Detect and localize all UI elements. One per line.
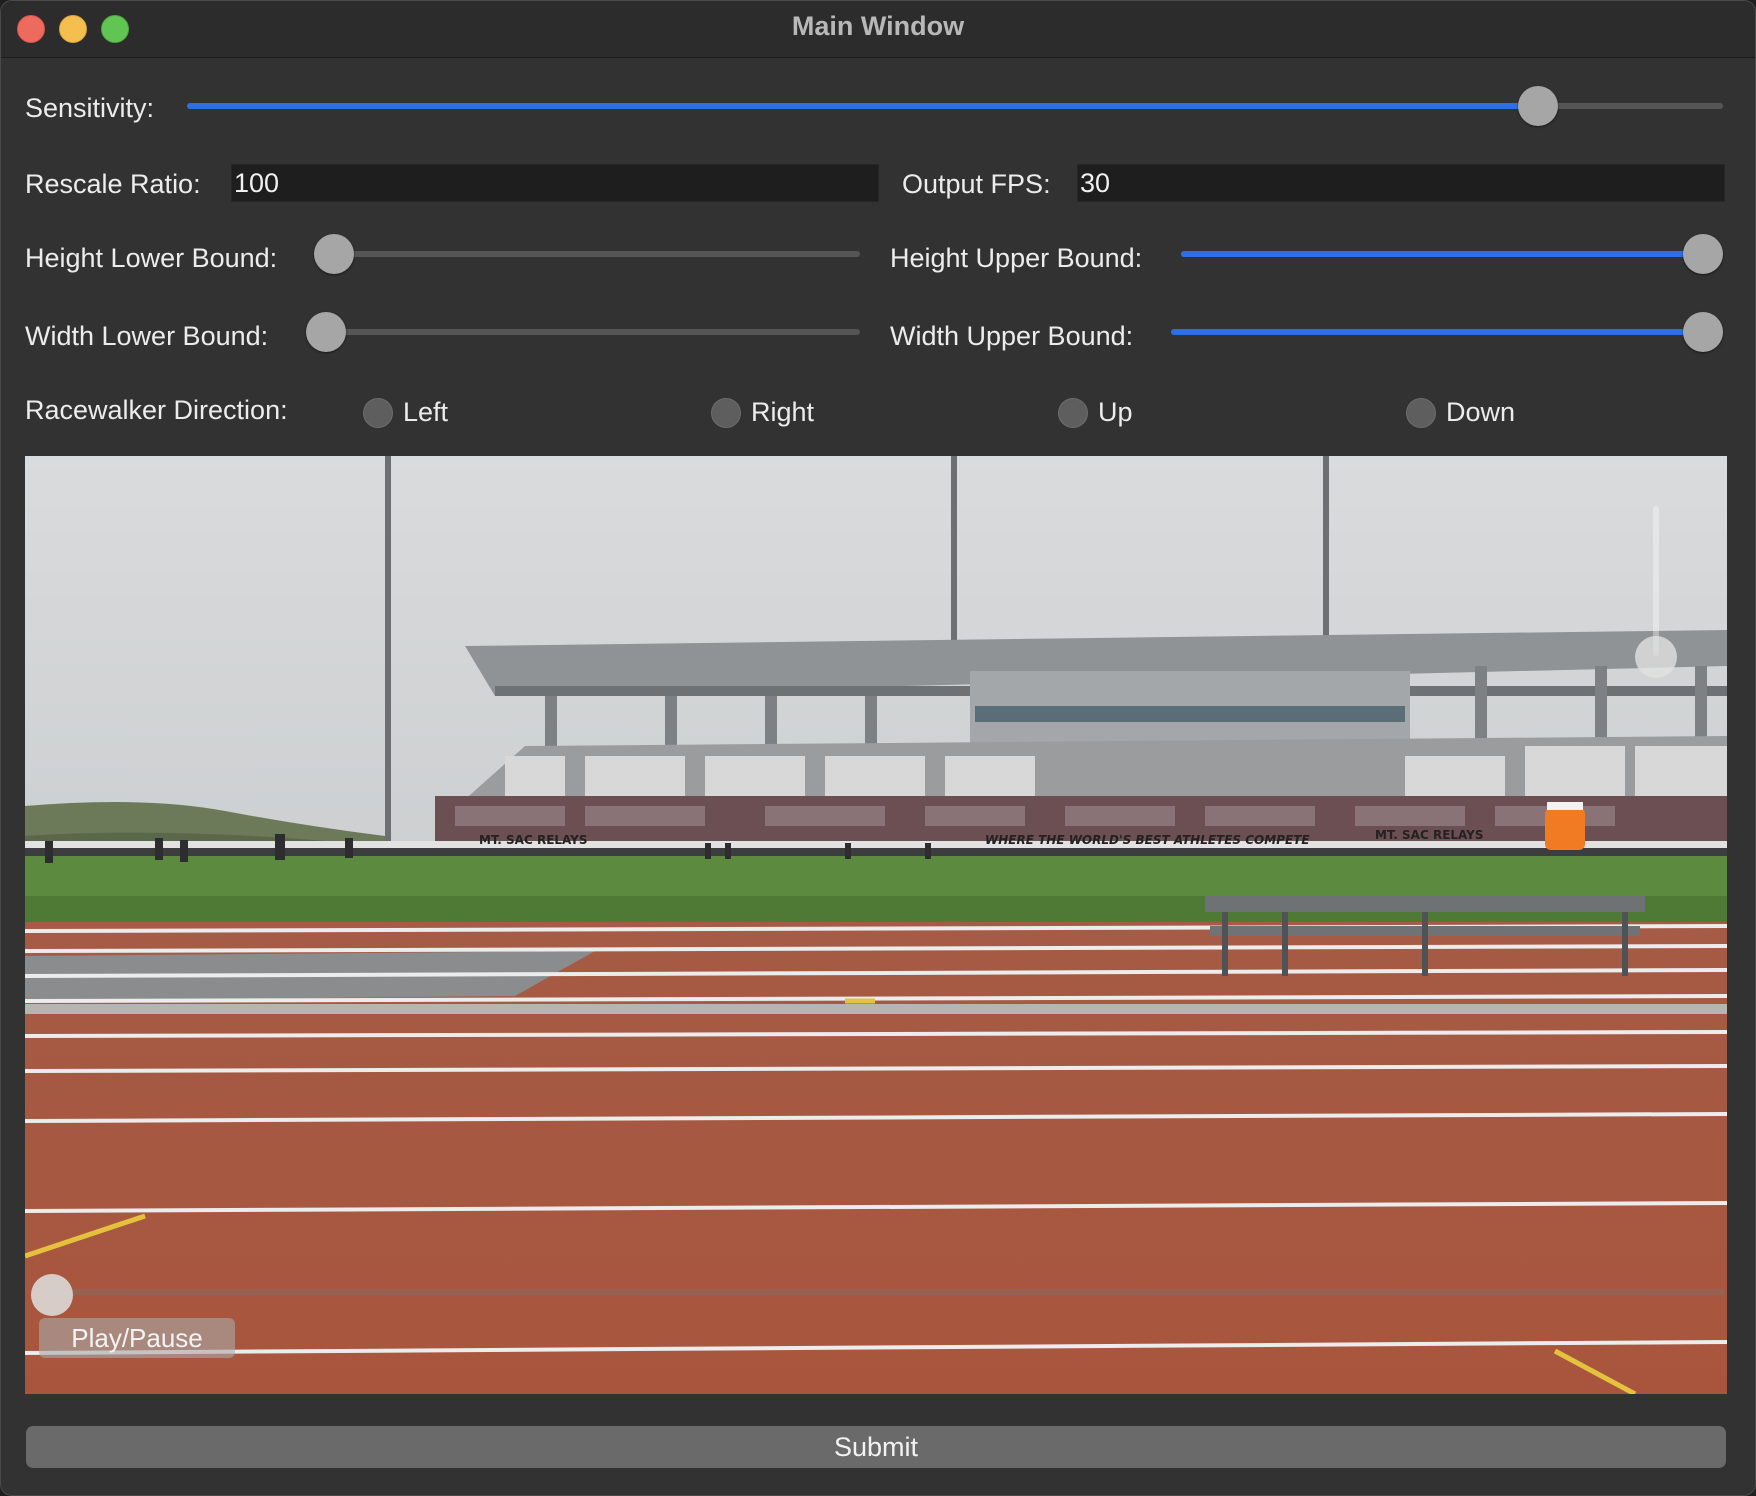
- banner-text-1: MT. SAC RELAYS: [479, 833, 588, 847]
- radio-label: Right: [751, 397, 815, 427]
- height-upper-bound-slider[interactable]: [1181, 234, 1723, 274]
- slider-knob[interactable]: [306, 312, 346, 352]
- submit-button[interactable]: Submit: [26, 1426, 1726, 1468]
- width-upper-bound-label: Width Upper Bound:: [890, 321, 1134, 351]
- slider-fill: [187, 103, 1539, 109]
- stadium-frame-image: MT. SAC RELAYS WHERE THE WORLD'S BEST AT…: [25, 456, 1727, 1394]
- radio-button[interactable]: [363, 398, 393, 428]
- height-lower-bound-label: Height Lower Bound:: [25, 243, 278, 273]
- slider-track: [314, 251, 860, 257]
- width-upper-bound-slider[interactable]: [1171, 312, 1723, 352]
- racewalker-direction-label: Racewalker Direction:: [25, 395, 288, 425]
- video-timeline-knob[interactable]: [31, 1274, 73, 1316]
- slider-fill: [1181, 251, 1703, 257]
- output-fps-value: 30: [1080, 168, 1111, 198]
- video-vertical-slider-knob[interactable]: [1635, 636, 1677, 678]
- play-pause-button[interactable]: Play/Pause: [39, 1318, 235, 1358]
- slider-knob[interactable]: [1518, 86, 1559, 126]
- rescale-ratio-value: 100: [234, 168, 280, 198]
- radio-label: Left: [403, 397, 449, 427]
- height-upper-bound-label: Height Upper Bound:: [890, 243, 1143, 273]
- video-preview[interactable]: MT. SAC RELAYS WHERE THE WORLD'S BEST AT…: [25, 456, 1727, 1394]
- banner-text-3: MT. SAC RELAYS: [1375, 828, 1484, 842]
- radio-button[interactable]: [711, 398, 741, 428]
- main-window: Main Window Sensitivity: Rescale Ratio: …: [0, 0, 1756, 1496]
- height-lower-bound-slider[interactable]: [314, 234, 860, 274]
- radio-label: Down: [1446, 397, 1516, 427]
- banner-text-2: WHERE THE WORLD'S BEST ATHLETES COMPETE: [985, 833, 1310, 847]
- window-title: Main Window: [791, 11, 965, 41]
- output-fps-field[interactable]: 30: [1077, 164, 1725, 202]
- video-timeline-slider[interactable]: [45, 1289, 1725, 1295]
- rescale-ratio-label: Rescale Ratio:: [25, 169, 201, 199]
- width-lower-bound-slider[interactable]: [306, 312, 860, 352]
- title-bar: Main Window: [1, 1, 1755, 58]
- slider-knob[interactable]: [314, 234, 354, 274]
- slider-fill: [1171, 329, 1703, 335]
- rescale-ratio-field[interactable]: 100: [231, 164, 879, 202]
- video-vertical-slider-track[interactable]: [1653, 506, 1659, 656]
- slider-knob[interactable]: [1683, 234, 1723, 274]
- radio-button[interactable]: [1406, 398, 1436, 428]
- radio-button[interactable]: [1058, 398, 1088, 428]
- sensitivity-slider[interactable]: [187, 86, 1723, 126]
- radio-label: Up: [1098, 397, 1133, 427]
- slider-track: [306, 329, 860, 335]
- slider-knob[interactable]: [1683, 312, 1723, 352]
- width-lower-bound-label: Width Lower Bound:: [25, 321, 269, 351]
- sensitivity-label: Sensitivity:: [25, 93, 155, 123]
- output-fps-label: Output FPS:: [902, 169, 1051, 199]
